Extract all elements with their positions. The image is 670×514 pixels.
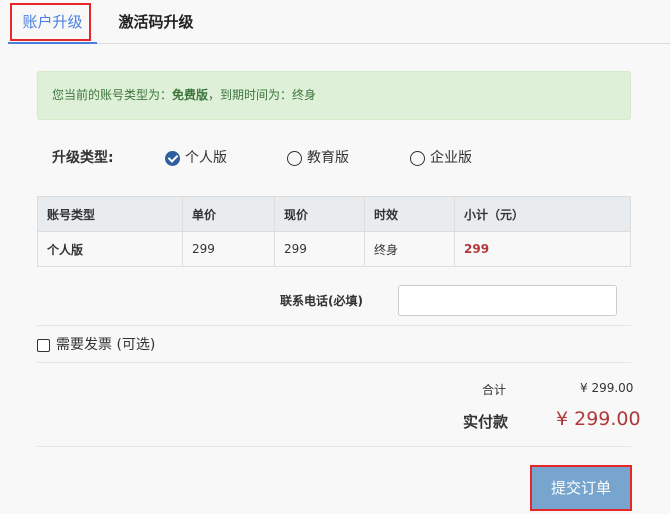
phone-input[interactable]	[398, 285, 617, 316]
highlight-box	[10, 3, 91, 41]
table-header: 账号类型 单价 现价 时效 小计（元）	[37, 196, 631, 232]
phone-label: 联系电话(必填)	[280, 294, 363, 308]
submit-order-button[interactable]: 提交订单	[530, 465, 632, 511]
alert-text: 您当前的账号类型为：	[52, 88, 173, 102]
checkbox-icon	[37, 338, 50, 352]
divider	[37, 446, 631, 447]
radio-label: 个人版	[185, 150, 227, 166]
header-cell: 现价	[274, 196, 365, 232]
header-cell: 单价	[182, 196, 275, 232]
pay-value: ¥ 299.00	[556, 408, 641, 430]
subtotal-cell: 299	[454, 231, 631, 267]
total-label: 合计	[482, 383, 507, 397]
tab-activation-code[interactable]: 激活码升级	[108, 0, 204, 44]
divider	[37, 362, 631, 363]
pay-label: 实付款	[463, 413, 509, 431]
radio-enterprise[interactable]: 企业版	[410, 148, 472, 168]
cell: 终身	[364, 231, 455, 267]
invoice-label: 需要发票 (可选)	[56, 337, 156, 353]
cell: 299	[274, 231, 365, 267]
alert-text: ，到期时间为：	[208, 88, 293, 102]
radio-label: 教育版	[307, 150, 349, 166]
account-type: 免费版	[172, 88, 209, 102]
divider	[37, 325, 631, 326]
invoice-checkbox[interactable]: 需要发票 (可选)	[37, 336, 155, 354]
account-status-alert: 您当前的账号类型为：免费版，到期时间为：终身	[37, 71, 631, 120]
radio-label: 企业版	[430, 150, 472, 166]
total-value: ¥ 299.00	[580, 381, 634, 395]
cell: 299	[182, 231, 275, 267]
header-cell: 小计（元）	[454, 196, 631, 232]
tab-label: 激活码升级	[118, 13, 194, 31]
radio-personal[interactable]: 个人版	[165, 148, 227, 168]
radio-icon	[287, 150, 302, 166]
header-cell: 时效	[364, 196, 455, 232]
table-row: 个人版 299 299 终身 299	[37, 231, 631, 267]
radio-education[interactable]: 教育版	[287, 148, 349, 168]
radio-icon	[410, 150, 425, 166]
upgrade-type-label: 升级类型:	[52, 150, 114, 166]
cell: 个人版	[37, 231, 183, 267]
expiry: 终身	[292, 88, 317, 102]
radio-checked-icon	[165, 150, 180, 166]
tab-account-upgrade[interactable]: 账户升级	[8, 0, 97, 44]
tab-bar: 账户升级 激活码升级	[8, 0, 670, 44]
price-table: 账号类型 单价 现价 时效 小计（元） 个人版 299 299 终身 299	[37, 196, 631, 267]
header-cell: 账号类型	[37, 196, 183, 232]
